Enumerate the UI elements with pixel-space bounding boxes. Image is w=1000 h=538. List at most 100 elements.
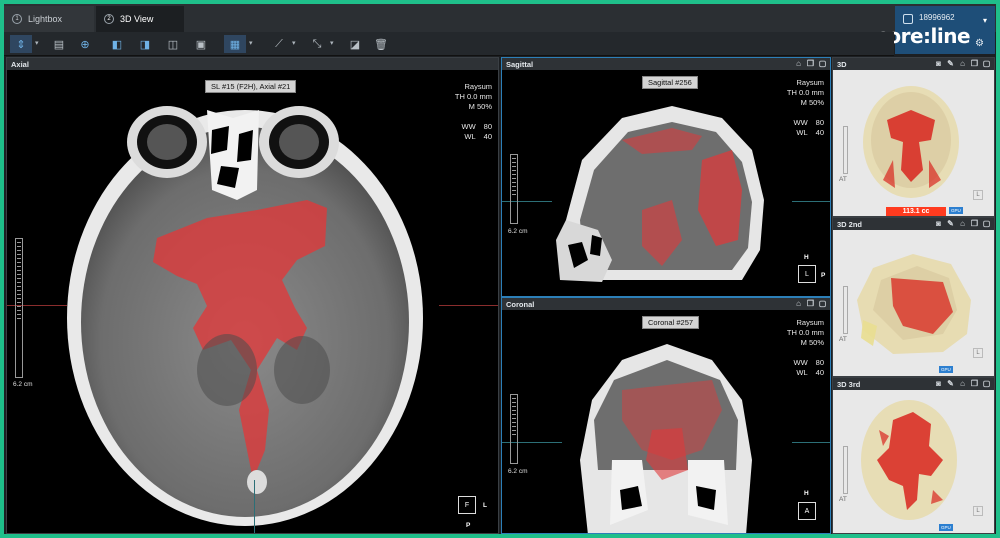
copy-icon[interactable]: ❐ [970,59,979,68]
home-icon[interactable]: ⌂ [794,59,803,68]
add-point-icon[interactable]: ⊕ [74,35,96,53]
home-icon[interactable]: ⌂ [794,299,803,308]
3d-tool-icon[interactable]: ⤡ [306,35,328,53]
3d-render[interactable]: AT 113.1 cc GPU L [833,70,994,216]
corner-label: AT [839,176,847,183]
orientation-cube[interactable]: A [798,502,816,520]
maximize-icon[interactable]: ▢ [982,379,991,388]
render-mode: Raysum [796,78,824,87]
home-icon[interactable]: ⌂ [958,379,967,388]
axial-viewport[interactable]: Axial SL #15 (F2H), Axial #21 Raysum TH … [6,57,499,534]
orientation-right: P [821,272,826,279]
orientation-top: H [804,490,809,497]
tab-number-icon: 1 [12,14,22,24]
3d-viewport[interactable]: 3D ◙ ✎ ⌂ ❐ ▢ AT 113.1 cc GPU L [832,57,995,217]
3d-render[interactable]: AT GPU L [833,390,994,533]
chevron-down-icon[interactable]: ▾ [249,39,253,47]
app-window: 1 Lightbox 2 3D View 18996962 ▾ core:lin… [4,4,996,534]
copy-icon[interactable]: ❐ [970,219,979,228]
maximize-icon[interactable]: ▢ [982,59,991,68]
segment-copy-icon[interactable]: ◫ [162,35,184,53]
crosshair-horizontal[interactable] [792,201,830,202]
axial-image[interactable]: SL #15 (F2H), Axial #21 Raysum TH 0.0 mm… [7,70,498,533]
orientation-cube[interactable]: L [798,265,816,283]
window-width: WW 80 [461,122,492,131]
edit-icon[interactable]: ✎ [946,59,955,68]
viewport-header: Coronal ⌂ ❐ ▢ [502,298,830,310]
windowing-icon[interactable]: ◪ [344,35,366,53]
ruler-tool-icon[interactable]: ⟋ [268,35,290,53]
crosshair-horizontal[interactable] [439,305,498,306]
sagittal-image[interactable]: Sagittal #256 Raysum TH 0.0 mm M 50% WW 8… [502,70,830,296]
sagittal-viewport[interactable]: Sagittal ⌂ ❐ ▢ Sagittal #256 Raysum TH 0… [501,57,831,297]
copy-icon[interactable]: ❐ [806,59,815,68]
window-width: WW 80 [793,358,824,367]
tab-number-icon: 2 [104,14,114,24]
crosshair-vertical[interactable] [254,480,255,533]
chevron-down-icon[interactable]: ▾ [35,39,39,47]
home-icon[interactable]: ⌂ [958,59,967,68]
viewport-title: Coronal [506,299,535,309]
edit-icon[interactable]: ✎ [946,219,955,228]
layers-icon[interactable]: ▣ [190,35,212,53]
chevron-down-icon[interactable]: ▾ [292,39,296,47]
maximize-icon[interactable]: ▢ [982,219,991,228]
orientation-button[interactable]: L [973,506,983,516]
home-icon[interactable]: ⌂ [958,219,967,228]
chevron-down-icon[interactable]: ▾ [330,39,334,47]
slice-label: Sagittal #256 [642,76,698,89]
chevron-down-icon[interactable]: ▾ [983,16,987,25]
corner-label: AT [839,496,847,503]
viewport-title: Axial [11,59,29,69]
scale-ruler [15,238,23,378]
tab-lightbox[interactable]: 1 Lightbox [4,6,94,32]
render-mode: Raysum [464,82,492,91]
maximize-icon[interactable]: ▢ [818,299,827,308]
3d-render[interactable]: AT GPU L [833,230,994,376]
maximize-icon[interactable]: ▢ [818,59,827,68]
window-level: WL 40 [464,132,492,141]
scale-ruler [510,394,518,464]
orientation-button[interactable]: L [973,190,983,200]
copy-icon[interactable]: ❐ [970,379,979,388]
camera-icon[interactable]: ◙ [934,379,943,388]
copy-icon[interactable]: ❐ [806,299,815,308]
coronal-viewport[interactable]: Coronal ⌂ ❐ ▢ Coronal #257 Raysum TH 0.0 [501,297,831,534]
segment-edit-icon[interactable]: ◨ [134,35,156,53]
edit-icon[interactable]: ✎ [946,379,955,388]
gpu-badge: GPU [939,524,953,531]
user-icon [903,14,913,24]
scale-ruler [843,126,848,174]
segment-tool-icon[interactable]: ◧ [106,35,128,53]
render-mix: M 50% [468,102,492,111]
tab-3d-view[interactable]: 2 3D View [96,6,184,32]
volume-badge: 113.1 cc [886,207,946,216]
crosshair-horizontal[interactable] [792,442,830,443]
3d-2nd-viewport[interactable]: 3D 2nd ◙ ✎ ⌂ ❐ ▢ AT GPU L [832,217,995,377]
orientation-button[interactable]: L [973,348,983,358]
axial-ct-image [67,106,423,526]
coronal-image[interactable]: Coronal #257 Raysum TH 0.0 mm M 50% WW 80… [502,310,830,533]
viewport-header: 3D ◙ ✎ ⌂ ❐ ▢ [833,58,994,70]
camera-icon[interactable]: ◙ [934,219,943,228]
settings-icon[interactable]: ⚙ [975,38,984,49]
layout-grid-icon[interactable]: ▦ [224,35,246,53]
viewport-actions: ◙ ✎ ⌂ ❐ ▢ [934,59,991,68]
tab-label: 3D View [120,14,154,24]
orientation-top: H [804,254,809,261]
toolbar: ⇕ ▾ ▤ ⊕ ◧ ◨ ◫ ▣ ▦ ▾ ⟋ ▾ ⤡ ▾ ◪ 🗑 [4,32,894,56]
corner-label: AT [839,336,847,343]
slice-label: Coronal #257 [642,316,700,329]
orientation-cube[interactable]: F [458,496,476,514]
gpu-badge: GPU [949,207,963,214]
viewport-actions: ⌂ ❐ ▢ [794,299,827,308]
3d-3rd-viewport[interactable]: 3D 3rd ◙ ✎ ⌂ ❐ ▢ AT GPU L [832,377,995,534]
patient-info-icon[interactable]: ▤ [48,35,70,53]
slice-thickness: TH 0.0 mm [786,328,824,337]
camera-icon[interactable]: ◙ [934,59,943,68]
navigate-tool-icon[interactable]: ⇕ [10,35,32,53]
orientation-bottom: P [466,522,471,529]
viewport-header: Axial [7,58,498,70]
3d-volume-image [861,400,957,520]
trash-icon[interactable]: 🗑 [370,35,392,53]
